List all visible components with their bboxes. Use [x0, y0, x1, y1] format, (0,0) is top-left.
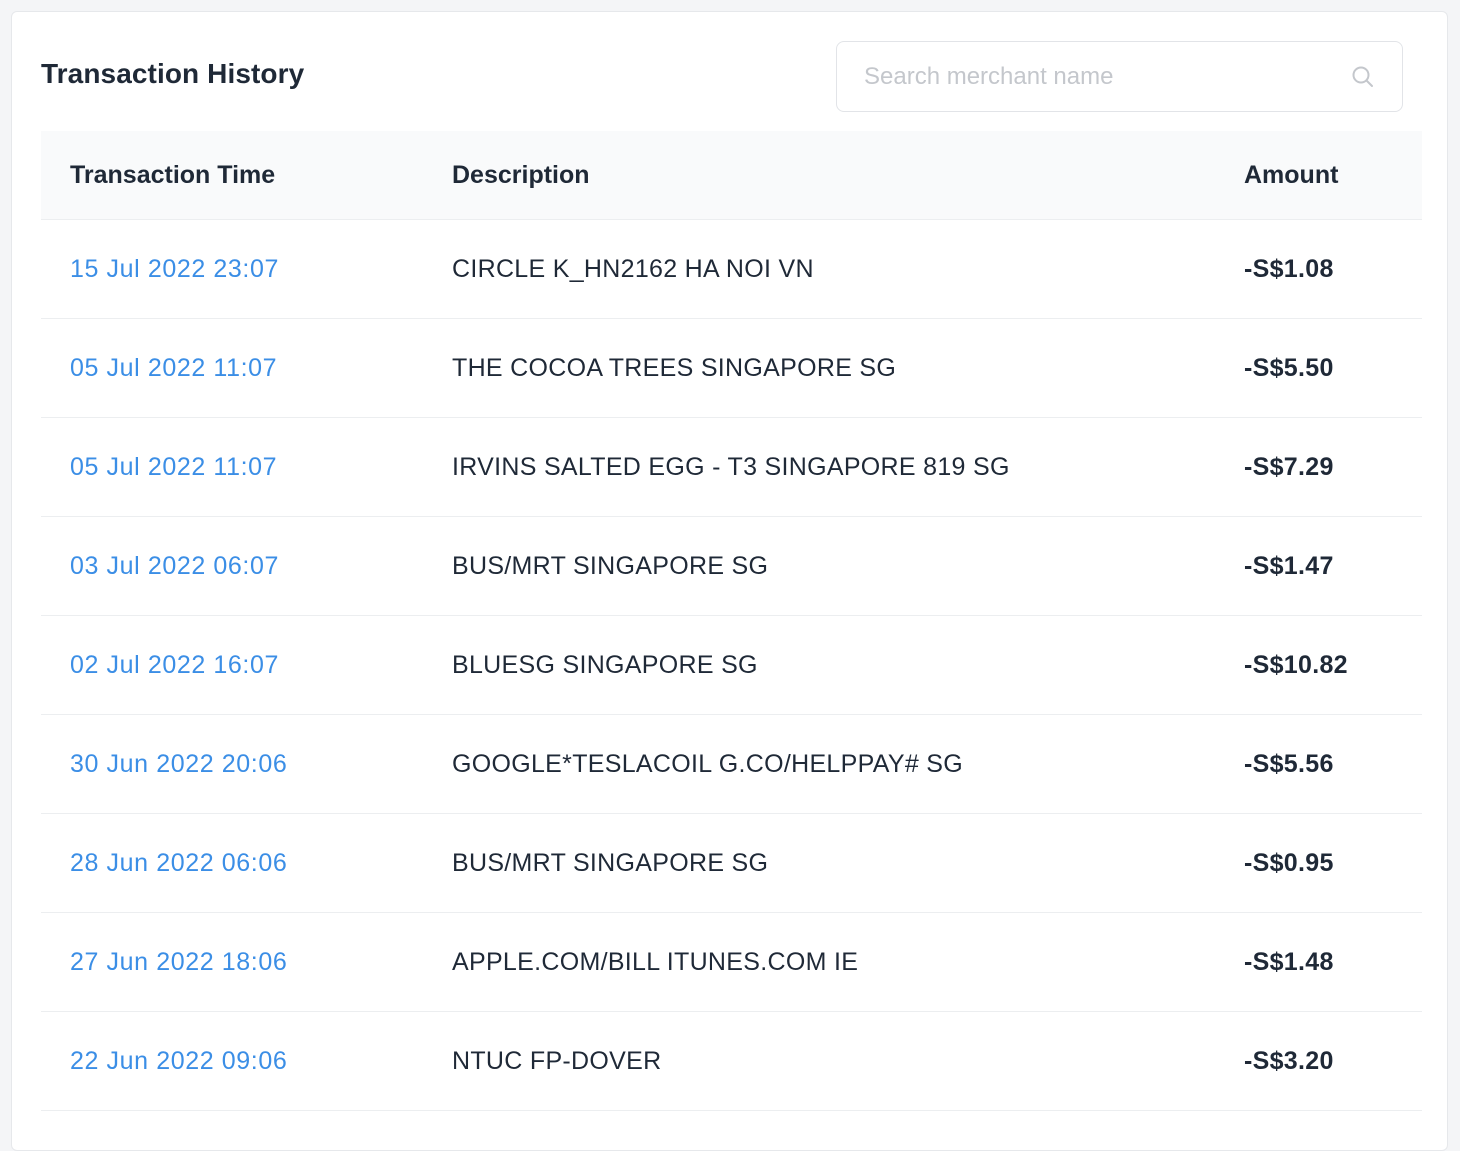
table-body: 15 Jul 2022 23:07 CIRCLE K_HN2162 HA NOI … [41, 220, 1422, 1111]
search-box[interactable] [836, 41, 1403, 112]
transaction-amount: -S$3.20 [1244, 1047, 1334, 1075]
column-header-amount[interactable]: Amount [1244, 131, 1338, 220]
column-header-time[interactable]: Transaction Time [70, 131, 275, 220]
transaction-description: CIRCLE K_HN2162 HA NOI VN [452, 255, 814, 283]
table-row[interactable]: 05 Jul 2022 11:07 THE COCOA TREES SINGAPO… [41, 319, 1422, 418]
transaction-description: BUS/MRT SINGAPORE SG [452, 849, 769, 877]
table-row[interactable]: 03 Jul 2022 06:07 BUS/MRT SINGAPORE SG -S$… [41, 517, 1422, 616]
column-header-description[interactable]: Description [452, 131, 590, 220]
transaction-time-link[interactable]: 03 Jul 2022 06:07 [70, 517, 279, 615]
transaction-amount: -S$5.56 [1244, 750, 1334, 778]
transaction-time-link[interactable]: 05 Jul 2022 11:07 [70, 418, 277, 516]
transaction-amount: -S$0.95 [1244, 849, 1334, 877]
transaction-amount: -S$1.48 [1244, 948, 1334, 976]
transaction-time-link[interactable]: 05 Jul 2022 11:07 [70, 319, 277, 417]
transaction-description: GOOGLE*TESLACOIL G.CO/HELPPAY# SG [452, 750, 963, 778]
transaction-description: THE COCOA TREES SINGAPORE SG [452, 354, 897, 382]
page-title: Transaction History [41, 58, 305, 89]
transaction-time-link[interactable]: 15 Jul 2022 23:07 [70, 220, 279, 318]
table-row[interactable]: 22 Jun 2022 09:06 NTUC FP-DOVER -S$3.20 [41, 1012, 1422, 1111]
table-row[interactable]: 15 Jul 2022 23:07 CIRCLE K_HN2162 HA NOI … [41, 220, 1422, 319]
transaction-time-link[interactable]: 30 Jun 2022 20:06 [70, 715, 287, 813]
table-row[interactable]: 27 Jun 2022 18:06 APPLE.COM/BILL ITUNES.C… [41, 913, 1422, 1012]
transaction-history-card: Transaction History Transaction Time Des… [11, 11, 1448, 1151]
table-header: Transaction Time Description Amount [41, 131, 1422, 220]
transaction-description: BUS/MRT SINGAPORE SG [452, 552, 769, 580]
transactions-table: Transaction Time Description Amount 15 J… [41, 131, 1422, 1111]
transaction-description: NTUC FP-DOVER [452, 1047, 662, 1075]
transaction-description: BLUESG SINGAPORE SG [452, 651, 758, 679]
transaction-time-link[interactable]: 28 Jun 2022 06:06 [70, 814, 287, 912]
transaction-amount: -S$7.29 [1244, 453, 1334, 481]
search-input[interactable] [864, 42, 1334, 111]
transaction-description: APPLE.COM/BILL ITUNES.COM IE [452, 948, 859, 976]
table-row[interactable]: 02 Jul 2022 16:07 BLUESG SINGAPORE SG -S$1… [41, 616, 1422, 715]
transaction-description: IRVINS SALTED EGG - T3 SINGAPORE 819 SG [452, 453, 1010, 481]
transaction-amount: -S$10.82 [1244, 651, 1348, 679]
transaction-time-link[interactable]: 22 Jun 2022 09:06 [70, 1012, 287, 1110]
transaction-time-link[interactable]: 02 Jul 2022 16:07 [70, 616, 279, 714]
transaction-amount: -S$1.47 [1244, 552, 1334, 580]
table-row[interactable]: 05 Jul 2022 11:07 IRVINS SALTED EGG - T3 … [41, 418, 1422, 517]
table-row[interactable]: 28 Jun 2022 06:06 BUS/MRT SINGAPORE SG -S$… [41, 814, 1422, 913]
transaction-time-link[interactable]: 27 Jun 2022 18:06 [70, 913, 287, 1011]
transaction-amount: -S$5.50 [1244, 354, 1334, 382]
table-row[interactable]: 30 Jun 2022 20:06 GOOGLE*TESLACOIL G.CO/H… [41, 715, 1422, 814]
transaction-amount: -S$1.08 [1244, 255, 1334, 283]
search-icon[interactable] [1350, 64, 1376, 90]
